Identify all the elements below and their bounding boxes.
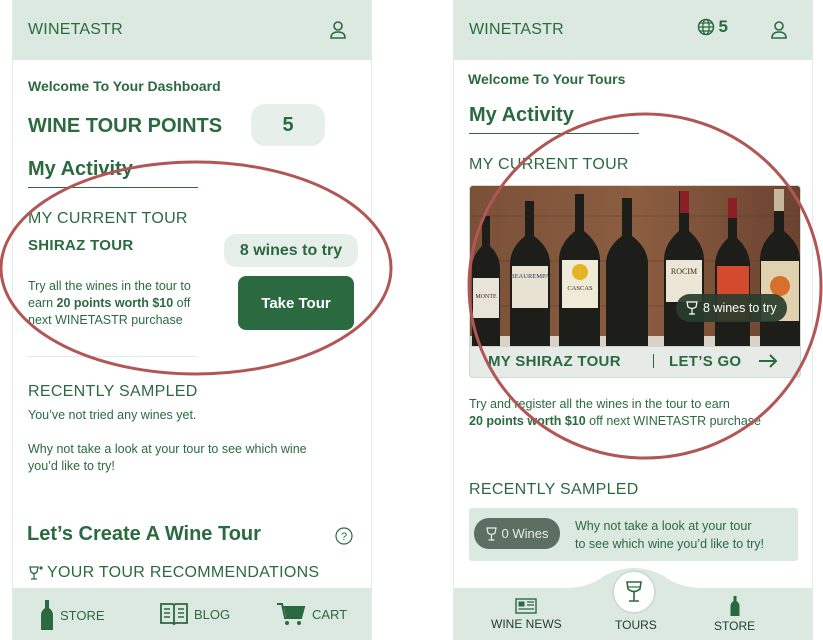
svg-text:?: ?: [341, 531, 347, 543]
wines-count-badge: 8 wines to try: [224, 234, 358, 267]
create-tour-title: Let’s Create A Wine Tour: [27, 523, 261, 545]
dashboard-screen: WINETASTR Welcome To Your Dashboard WINE…: [12, 0, 372, 640]
tours-nav-circle[interactable]: [612, 570, 656, 614]
tour-card-title[interactable]: MY SHIRAZ TOUR: [488, 353, 621, 370]
brand-logo[interactable]: WINETASTR: [469, 21, 564, 39]
card-divider: [653, 354, 654, 368]
tour-desc-line1: Try all the wines in the tour to: [28, 279, 191, 293]
brand-logo[interactable]: WINETASTR: [28, 21, 123, 39]
divider: [28, 356, 198, 357]
app-header: WINETASTR: [13, 0, 371, 60]
nav-wine-news[interactable]: WINE NEWS: [491, 598, 562, 631]
nav-store-label: STORE: [60, 607, 105, 623]
tour-card-footer: MY SHIRAZ TOUR LET’S GO: [470, 347, 800, 377]
nav-store[interactable]: STORE: [40, 600, 105, 630]
nav-blog[interactable]: BLOG: [160, 602, 230, 626]
recently-sampled-title: RECENTLY SAMPLED: [469, 481, 639, 498]
wines-count-pill: 8 wines to try: [676, 294, 787, 322]
points-label: WINE TOUR POINTS: [28, 115, 223, 137]
cart-icon: [277, 603, 306, 625]
user-icon[interactable]: [329, 20, 347, 40]
recommendations-label[interactable]: YOUR TOUR RECOMMENDATIONS: [47, 564, 319, 582]
bottom-nav: STORE BLOG CART: [13, 588, 371, 640]
app-header: WINETASTR 5: [454, 0, 812, 60]
wine-glass-icon: [485, 526, 497, 541]
globe-count: 5: [718, 17, 728, 36]
welcome-heading: Welcome To Your Tours: [468, 71, 626, 87]
tour-name: SHIRAZ TOUR: [28, 237, 134, 254]
tour-desc-line2: earn 20 points worth $10 off: [28, 296, 191, 310]
nav-store[interactable]: STORE: [714, 596, 755, 633]
prompt-line1: Why not take a look at your tour: [575, 519, 752, 533]
lets-go-link[interactable]: LET’S GO: [669, 353, 741, 370]
recently-sampled-prompt-line2: you’d like to try!: [28, 459, 115, 473]
wines-sampled-pill: 0 Wines: [474, 518, 560, 549]
bottle-icon: [41, 600, 53, 630]
globe-points[interactable]: 5: [697, 17, 728, 37]
recently-sampled-box: 0 Wines Why not take a look at your tour…: [469, 508, 798, 561]
activity-underline: [28, 187, 198, 188]
tour-desc-line2: 20 points worth $10 off next WINETASTR p…: [469, 414, 761, 428]
recently-sampled-empty: You’ve not tried any wines yet.: [28, 408, 197, 422]
nav-wine-news-label: WINE NEWS: [491, 617, 562, 631]
bottle-label-4: ROCIM: [671, 267, 697, 276]
tour-desc-line1: Try and register all the wines in the to…: [469, 397, 730, 411]
tour-desc-line3: next WINETASTR purchase: [28, 313, 183, 327]
nav-blog-label: BLOG: [194, 606, 231, 622]
tours-screen: WINETASTR 5 Welcome To Your Tours My Act…: [453, 0, 813, 640]
bottle-icon: [730, 596, 740, 616]
nav-store-label: STORE: [714, 619, 756, 633]
activity-title: My Activity: [469, 104, 574, 126]
bottle-label-2: BEAUREMPA: [510, 273, 550, 280]
wine-glass-icon: [626, 581, 642, 602]
wines-count-text: 8 wines to try: [703, 301, 777, 315]
current-tour-card[interactable]: MONTE BEAUREMPA CASCAS ROCIM 8 wines to …: [469, 185, 801, 378]
welcome-heading: Welcome To Your Dashboard: [28, 78, 221, 94]
wines-sampled-count: 0 Wines: [501, 526, 549, 541]
arrow-right-icon[interactable]: [758, 354, 778, 368]
take-tour-button[interactable]: Take Tour: [238, 276, 354, 330]
recently-sampled-prompt-line1: Why not take a look at your tour to see …: [28, 442, 307, 456]
wine-star-icon: [29, 566, 43, 580]
bottle-label-1: MONTE: [475, 294, 497, 300]
bottle-label-3: CASCAS: [567, 285, 593, 292]
user-icon[interactable]: [770, 20, 788, 40]
recently-sampled-prompt: Why not take a look at your tour to see …: [575, 517, 764, 553]
current-tour-label: MY CURRENT TOUR: [28, 210, 188, 227]
current-tour-label: MY CURRENT TOUR: [469, 156, 629, 173]
nav-cart-label: CART: [312, 606, 348, 622]
prompt-line2: to see which wine you’d like to try!: [575, 537, 764, 551]
recently-sampled-title: RECENTLY SAMPLED: [28, 383, 198, 400]
points-value-badge: 5: [251, 104, 325, 146]
book-icon: [160, 603, 188, 626]
activity-title: My Activity: [28, 158, 133, 180]
help-icon[interactable]: ?: [335, 527, 353, 545]
nav-cart[interactable]: CART: [276, 602, 347, 626]
nav-tours-label[interactable]: TOURS: [615, 618, 657, 632]
globe-icon: [697, 18, 714, 36]
wine-glass-icon: [686, 301, 698, 315]
activity-underline: [469, 133, 639, 134]
newspaper-icon: [515, 598, 538, 614]
